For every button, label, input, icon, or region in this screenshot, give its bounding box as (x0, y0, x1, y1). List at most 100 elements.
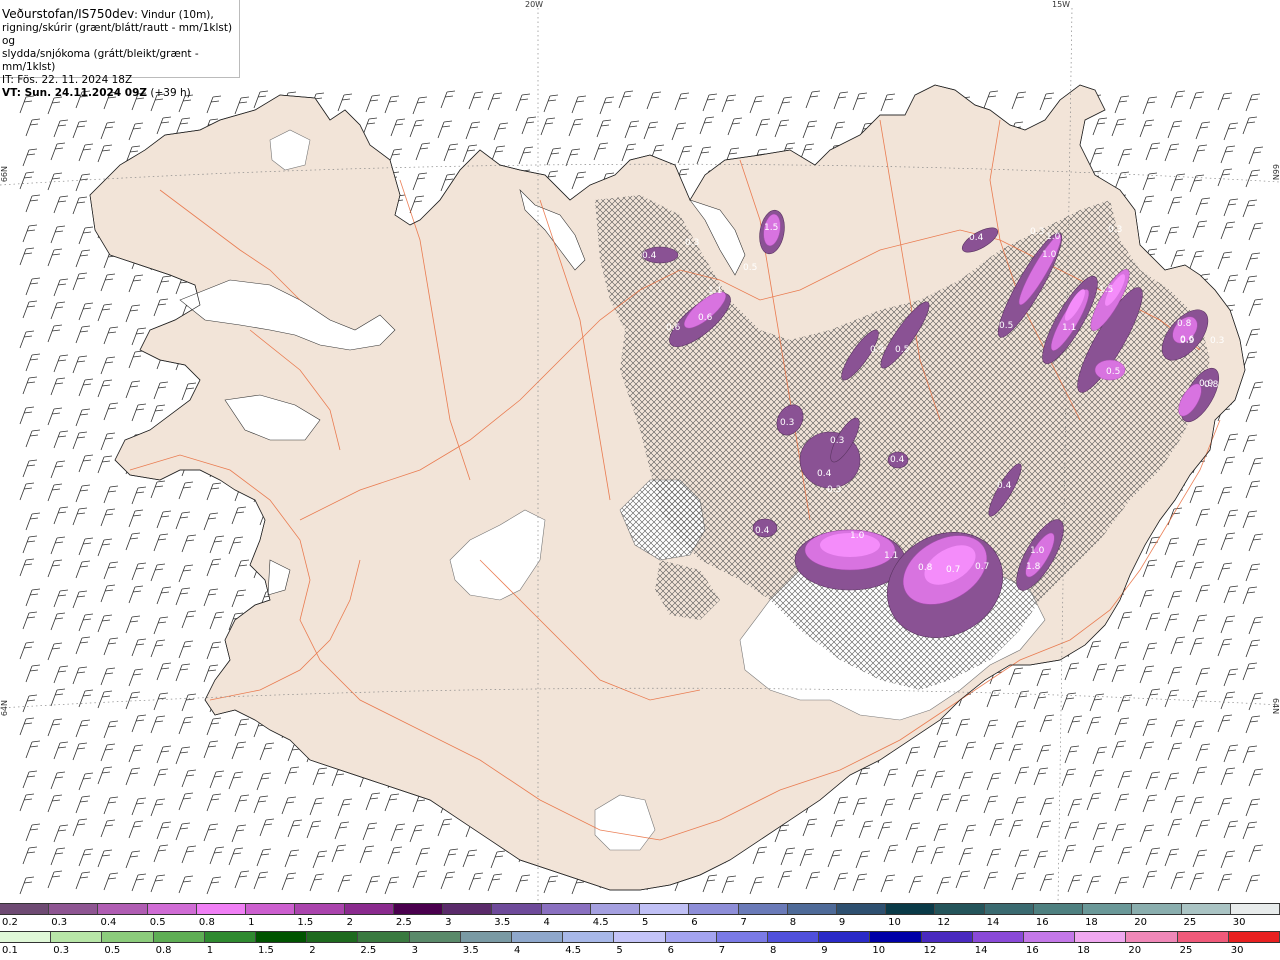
snow-legend-swatch (0, 904, 50, 914)
snow-legend-label: 0.8 (198, 917, 215, 928)
rain-legend-label: 25 (1179, 945, 1193, 956)
snow-legend-swatch (147, 904, 197, 914)
rain-legend-labels: 0.1 0.3 0.5 0.8 1 1.5 2 2.5 3 3.5 4 4.5 5 6 7 8 9 10 12 14 1… (0, 944, 1280, 958)
snow-legend-swatch (98, 904, 148, 914)
snow-legend-label: 1 (248, 917, 255, 928)
snow-legend-label: 3.5 (494, 917, 511, 928)
snow-legend-swatch (590, 904, 641, 914)
rain-legend-swatch (1024, 932, 1076, 942)
rain-legend-label: 12 (923, 945, 937, 956)
rain-legend-swatch (1126, 932, 1178, 942)
precip-value-label: 0.4 (755, 526, 770, 536)
rain-legend-label: 4 (514, 945, 521, 956)
precip-value-label: 0.5 (895, 345, 909, 355)
rain-legend-bar (0, 931, 1280, 943)
precip-value-label: 1.5 (1099, 285, 1113, 295)
rain-legend-swatch (1177, 932, 1229, 942)
rain-legend-swatch (665, 932, 717, 942)
valid-time: VT: Sun. 24.11.2024 09Z (2, 87, 148, 99)
lat-label-66n-left: 66N (0, 166, 9, 183)
rain-legend-label: 2.5 (360, 945, 377, 956)
rain-legend-swatch (768, 932, 820, 942)
rain-legend-label: 0.1 (2, 945, 18, 956)
precip-value-label: 0.4 (817, 469, 832, 479)
snow-legend-swatch (935, 904, 985, 914)
snow-legend-label: 4 (543, 917, 550, 928)
rain-legend-swatch (102, 932, 154, 942)
rain-legend-swatch (1228, 932, 1280, 942)
precip-value-label: 1.0 (1046, 232, 1061, 242)
precip-value-label: 1.0 (850, 531, 865, 541)
snow-legend-label: 0.2 (2, 917, 18, 928)
forecast-offset: (+39 h) (147, 87, 191, 99)
snow-legend-swatch (541, 904, 591, 914)
precip-value-label: 0.3 (685, 238, 699, 248)
snow-legend-swatch (246, 904, 296, 914)
snow-legend-label: 10 (888, 917, 901, 928)
map-variable: : Vindur (10m), (134, 9, 214, 21)
snow-legend-swatch (1230, 904, 1280, 914)
precip-value-label: 0.9 (1199, 379, 1214, 389)
rain-legend-label: 8 (770, 945, 777, 956)
rain-legend-label: 0.8 (155, 945, 172, 956)
snow-legend-label: 2 (346, 917, 353, 928)
precip-value-label: 0.4 (969, 233, 984, 243)
rain-legend-label: 30 (1230, 945, 1244, 956)
rain-legend-label: 18 (1077, 945, 1090, 956)
precip-value-label: 0.6 (698, 313, 713, 323)
lon-label-20w: 20W (525, 0, 544, 9)
precip-value-label: 0.5 (870, 345, 884, 355)
rain-legend-swatch (307, 932, 359, 942)
snow-legend-label: 16 (1035, 917, 1049, 928)
snow-legend-swatch (1083, 904, 1133, 914)
precip-value-label: 0.3 (827, 485, 841, 495)
snow-legend-label: 7 (740, 917, 747, 928)
rain-legend-swatch (358, 932, 410, 942)
rain-legend-swatch (921, 932, 973, 942)
snow-legend-label: 12 (937, 917, 951, 928)
precip-value-label: 0.5 (1106, 367, 1120, 377)
snow-legend-label: 3 (445, 917, 452, 928)
rain-legend-label: 0.5 (104, 945, 121, 956)
snow-legend-swatch (492, 904, 542, 914)
precip-value-label: 0.3 (830, 436, 844, 446)
rain-legend-swatch (614, 932, 666, 942)
snow-legend-label: 4.5 (592, 917, 609, 928)
rain-legend-label: 7 (718, 945, 726, 956)
rain-legend-label: 1.5 (258, 945, 274, 956)
snow-legend-label: 1.5 (297, 917, 314, 928)
precip-value-label: 0.7 (946, 565, 960, 575)
rain-legend-swatch (1075, 932, 1127, 942)
lat-label-66n-right: 66N (1271, 164, 1280, 181)
snow-legend-label: 8 (789, 917, 797, 928)
snow-legend-label: 0.4 (100, 917, 117, 928)
rain-legend-swatch (51, 932, 103, 942)
precip-value-label: 0.4 (997, 481, 1012, 491)
snow-legend-swatch (1033, 904, 1084, 914)
snow-legend-swatch (295, 904, 345, 914)
snow-legend-label: 25 (1183, 917, 1197, 928)
rain-legend-swatch (716, 932, 769, 942)
map-description-rain: rigning/skúrir (grænt/blátt/rautt - mm/1… (2, 22, 233, 47)
snow-legend-swatch (1132, 904, 1182, 914)
rain-legend-swatch (0, 932, 52, 942)
snow-legend-label: 5 (642, 917, 649, 928)
rain-legend-swatch (409, 932, 461, 942)
snow-legend-swatch (689, 904, 739, 914)
rain-legend-swatch (256, 932, 308, 942)
lat-label-64n-right: 64N (1271, 698, 1280, 715)
rain-legend-swatch (460, 932, 513, 942)
precip-value-label: 1.5 (764, 223, 778, 233)
lat-label-64n-left: 64N (0, 700, 9, 717)
rain-legend-swatch (819, 932, 871, 942)
snow-legend-swatch (1181, 904, 1231, 914)
snow-legend-swatch (393, 904, 444, 914)
precip-value-label: 0.3 (780, 418, 794, 428)
precip-value-label: 0.8 (1177, 319, 1192, 329)
precip-value-label: 1.1 (884, 551, 898, 561)
precip-value-label: 0.4 (642, 251, 657, 261)
rain-legend-swatch (870, 932, 922, 942)
rain-legend-label: 2 (309, 945, 316, 956)
weather-map: 0.40.31.50.51.10.60.60.40.3 1.01.00.30.51… (0, 0, 1280, 903)
precip-value-label: 1.8 (1026, 562, 1041, 572)
